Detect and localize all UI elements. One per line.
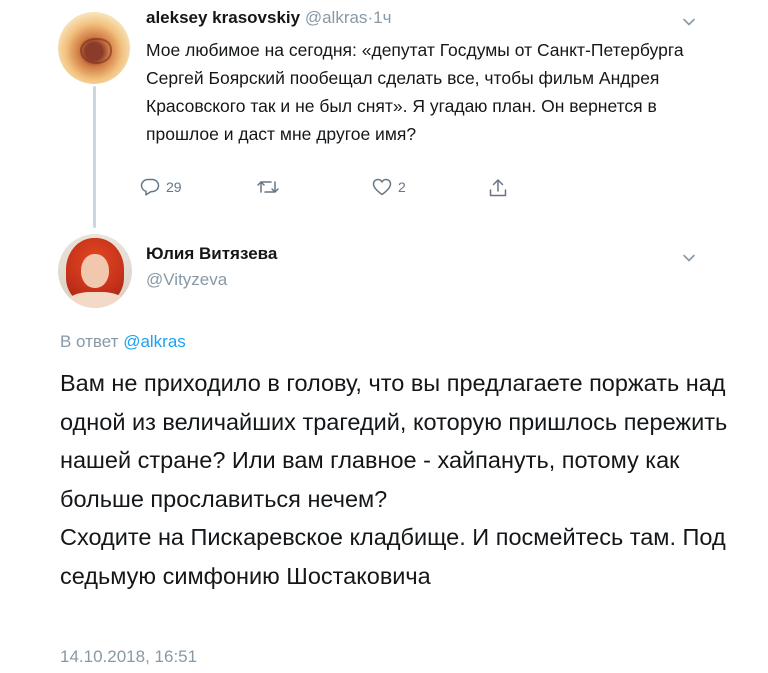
avatar-shoulders <box>68 292 124 308</box>
reply-icon <box>140 178 160 196</box>
tweet-text-paragraph: Сходите на Пискаревское кладбище. И посм… <box>60 524 726 589</box>
retweet-button[interactable] <box>256 178 286 196</box>
reply-prefix: В ответ <box>60 332 119 351</box>
avatar-face <box>81 254 109 288</box>
author-handle[interactable]: @Vityzeva <box>146 268 227 292</box>
share-icon <box>488 178 508 198</box>
tweet-actions: 29 2 <box>140 178 520 202</box>
share-button[interactable] <box>488 178 508 198</box>
tweet-text: Мое любимое на сегодня: «депутат Госдумы… <box>146 40 684 144</box>
retweet-icon <box>256 178 280 196</box>
tweet-text-paragraph: Вам не приходило в голову, что вы предла… <box>60 370 728 512</box>
avatar-image-detail <box>80 38 112 64</box>
reply-count: 29 <box>166 179 182 195</box>
thread-connector-line <box>93 86 96 228</box>
tweet-timestamp[interactable]: 14.10.2018, 16:51 <box>60 646 197 668</box>
reply-to-handle-link[interactable]: @alkras <box>123 332 186 351</box>
tweet-text: Вам не приходило в голову, что вы предла… <box>60 364 750 595</box>
heart-icon <box>372 178 392 196</box>
reply-tweet[interactable]: Юлия Витязева @Vityzeva В ответ @alkras … <box>0 232 768 673</box>
reply-button[interactable]: 29 <box>140 178 182 196</box>
author-name[interactable]: Юлия Витязева <box>146 242 277 266</box>
chevron-down-icon[interactable] <box>683 252 695 264</box>
author-handle[interactable]: @alkras <box>305 8 368 27</box>
tweet-time[interactable]: 1ч <box>373 8 391 27</box>
avatar[interactable] <box>58 234 132 308</box>
like-button[interactable]: 2 <box>372 178 406 196</box>
author-name[interactable]: aleksey krasovskiy <box>146 8 300 27</box>
reply-context: В ответ @alkras <box>60 330 186 354</box>
avatar[interactable] <box>58 12 130 84</box>
chevron-down-icon[interactable] <box>683 16 695 28</box>
like-count: 2 <box>398 179 406 195</box>
parent-tweet[interactable]: aleksey krasovskiy @alkras·1ч Мое любимо… <box>0 0 768 232</box>
tweet-header: aleksey krasovskiy @alkras·1ч <box>146 6 391 30</box>
